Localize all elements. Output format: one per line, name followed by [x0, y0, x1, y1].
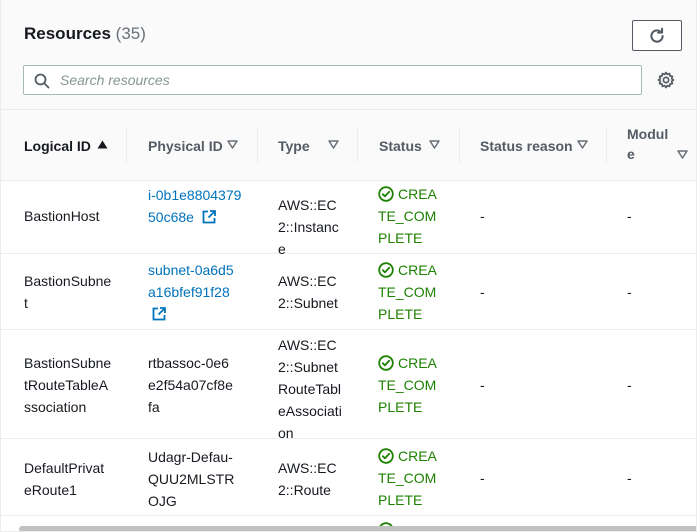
status-reason-cell: - — [480, 470, 485, 486]
panel-header: Resources (35) — [1, 0, 696, 110]
sort-icon — [577, 140, 588, 149]
table-row: DefaultPrivateRoute1 Udagr-Defau-QUU2MLS… — [1, 439, 696, 516]
success-icon — [378, 355, 394, 371]
column-label: Type — [278, 137, 310, 154]
sort-ascending-icon — [97, 140, 108, 149]
column-module[interactable]: Module — [607, 110, 696, 181]
refresh-icon — [650, 27, 664, 43]
module-cell: - — [627, 377, 632, 393]
type-cell: AWS::EC2::SubnetRouteTableAssociation — [278, 337, 342, 441]
external-link-icon — [202, 210, 216, 224]
sort-icon — [227, 140, 238, 149]
status-reason-cell: - — [480, 208, 485, 224]
gear-icon — [657, 71, 675, 89]
logical-id-cell: BastionSubnetRouteTableAssociation — [24, 355, 112, 415]
physical-id-link[interactable]: subnet-0a6d5a16bfef91f28 — [148, 259, 236, 325]
table-row: BastionSubnet subnet-0a6d5a16bfef91f28 A… — [1, 254, 696, 330]
module-cell: - — [627, 284, 632, 300]
column-status[interactable]: Status — [358, 110, 460, 181]
status-reason-cell: - — [480, 377, 485, 393]
logical-id-cell: BastionHost — [24, 208, 100, 224]
sort-icon — [429, 140, 440, 149]
module-cell: - — [627, 208, 632, 224]
logical-id-cell: DefaultPrivateRoute1 — [24, 460, 105, 498]
success-icon — [378, 262, 394, 278]
status-cell: CREATE_COMPLETE — [378, 352, 442, 418]
search-box — [23, 65, 642, 95]
table-row: BastionSubnetRouteTableAssociation rtbas… — [1, 330, 696, 441]
status-cell: CREATE_COMPLETE — [378, 445, 442, 511]
success-icon — [378, 448, 394, 464]
success-icon — [378, 186, 394, 202]
logical-id-cell: BastionSubnet — [24, 273, 112, 311]
module-cell: - — [627, 470, 632, 486]
column-type[interactable]: Type — [258, 110, 358, 181]
column-label: Physical ID — [148, 137, 223, 154]
search-icon — [34, 73, 50, 89]
sort-icon — [677, 150, 688, 159]
physical-id-text: i-0b1e880437950c68e — [148, 187, 242, 225]
physical-id-cell: Udagr-Defau-QUU2MLSTROJG — [148, 449, 235, 509]
type-cell: AWS::EC2::Instance — [278, 197, 339, 257]
status-cell: CREATE_COMPLETE — [378, 183, 442, 249]
status-cell: CREATE_COMPLETE — [378, 259, 442, 325]
physical-id-text: subnet-0a6d5a16bfef91f28 — [148, 262, 234, 300]
settings-button[interactable] — [657, 71, 675, 94]
search-input[interactable] — [58, 68, 628, 92]
type-cell: AWS::EC2::Subnet — [278, 273, 338, 311]
type-cell: AWS::EC2::Route — [278, 460, 337, 498]
page-title: Resources (35) — [24, 24, 146, 44]
column-label: Status — [379, 137, 422, 154]
column-status-reason[interactable]: Status reason — [460, 110, 607, 181]
column-logical-id[interactable]: Logical ID — [1, 110, 127, 181]
physical-id-link[interactable]: i-0b1e880437950c68e — [148, 184, 244, 228]
horizontal-scrollbar[interactable] — [19, 526, 696, 531]
table-header: Logical ID Physical ID Type Status Statu… — [1, 110, 696, 181]
resources-panel: Resources (35) Search resources Logical … — [0, 0, 697, 532]
column-label: Logical ID — [24, 137, 91, 154]
external-link-icon — [152, 307, 166, 321]
column-label: Module — [627, 126, 669, 162]
resource-count: (35) — [115, 24, 146, 43]
column-label: Status reason — [480, 137, 573, 154]
refresh-button[interactable] — [632, 20, 682, 51]
physical-id-cell: rtbassoc-0e6e2f54a07cf8efa — [148, 355, 233, 415]
table-row: BastionHost i-0b1e880437950c68e AWS::EC2… — [1, 181, 696, 257]
status-reason-cell: - — [480, 284, 485, 300]
sort-icon — [328, 140, 339, 149]
column-physical-id[interactable]: Physical ID — [127, 110, 258, 181]
title-text: Resources — [24, 24, 111, 43]
